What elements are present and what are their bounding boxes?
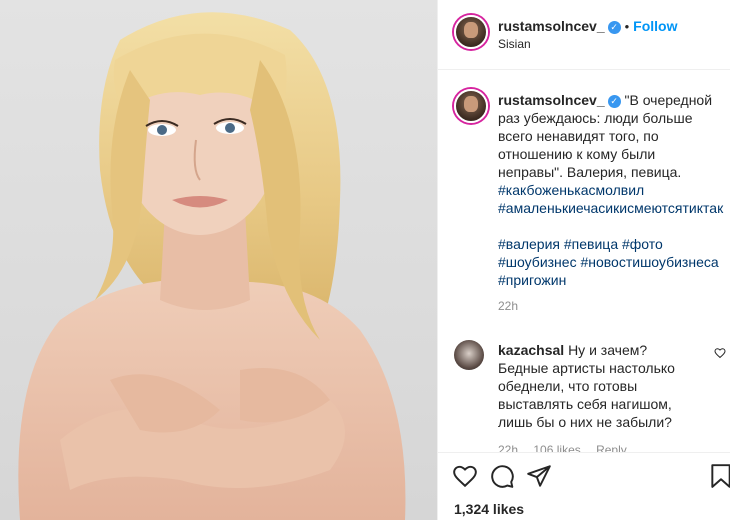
comment-bubble-icon[interactable] bbox=[489, 463, 515, 489]
post-header: rustamsolncev_ ✓ • Follow Sisian bbox=[438, 0, 730, 70]
post-location[interactable]: Sisian bbox=[498, 37, 531, 51]
author-line: rustamsolncev_ ✓ • Follow bbox=[498, 18, 678, 36]
hashtag-link[interactable]: #амаленькиечасикисмеютсятиктак bbox=[498, 199, 723, 217]
caption-text: rustamsolncev_ ✓ "В очередной раз убеждаю… bbox=[498, 91, 723, 315]
post-side-panel: rustamsolncev_ ✓ • Follow Sisian rustamsoln… bbox=[437, 0, 730, 520]
bookmark-icon[interactable] bbox=[710, 463, 730, 489]
author-avatar[interactable] bbox=[454, 15, 488, 49]
separator-dot: • bbox=[624, 19, 630, 34]
paper-plane-icon[interactable] bbox=[526, 463, 552, 489]
caption-username[interactable]: rustamsolncev_ bbox=[498, 92, 605, 108]
likes-count[interactable]: 1,324 likes bbox=[454, 501, 524, 517]
hashtags-group-2: #валерия #певица #фото #шоубизнес #новос… bbox=[498, 235, 723, 289]
comment-like-heart-icon[interactable] bbox=[714, 347, 726, 359]
commenter-avatar[interactable] bbox=[454, 340, 484, 370]
post-photo[interactable] bbox=[0, 0, 437, 520]
author-username[interactable]: rustamsolncev_ bbox=[498, 18, 605, 34]
hashtags-group-1: #какбоженькасмолвил #амаленькиечасикисме… bbox=[498, 181, 723, 217]
hashtag-link[interactable]: #какбоженькасмолвил bbox=[498, 181, 723, 199]
caption-author-avatar[interactable] bbox=[454, 89, 488, 123]
follow-button[interactable]: Follow bbox=[633, 18, 677, 34]
comment-text: kazachsal Ну и зачем? Бедные артисты нас… bbox=[498, 341, 698, 459]
caption-timestamp[interactable]: 22h bbox=[498, 297, 723, 315]
commenter-username[interactable]: kazachsal bbox=[498, 342, 564, 358]
action-bar: 1,324 likes bbox=[438, 452, 730, 520]
verified-badge-icon: ✓ bbox=[607, 21, 621, 34]
hashtag-links[interactable]: #валерия #певица #фото #шоубизнес #новос… bbox=[498, 235, 723, 289]
verified-badge-icon: ✓ bbox=[607, 95, 621, 108]
woman-portrait-image bbox=[18, 12, 406, 520]
heart-icon[interactable] bbox=[452, 463, 478, 489]
